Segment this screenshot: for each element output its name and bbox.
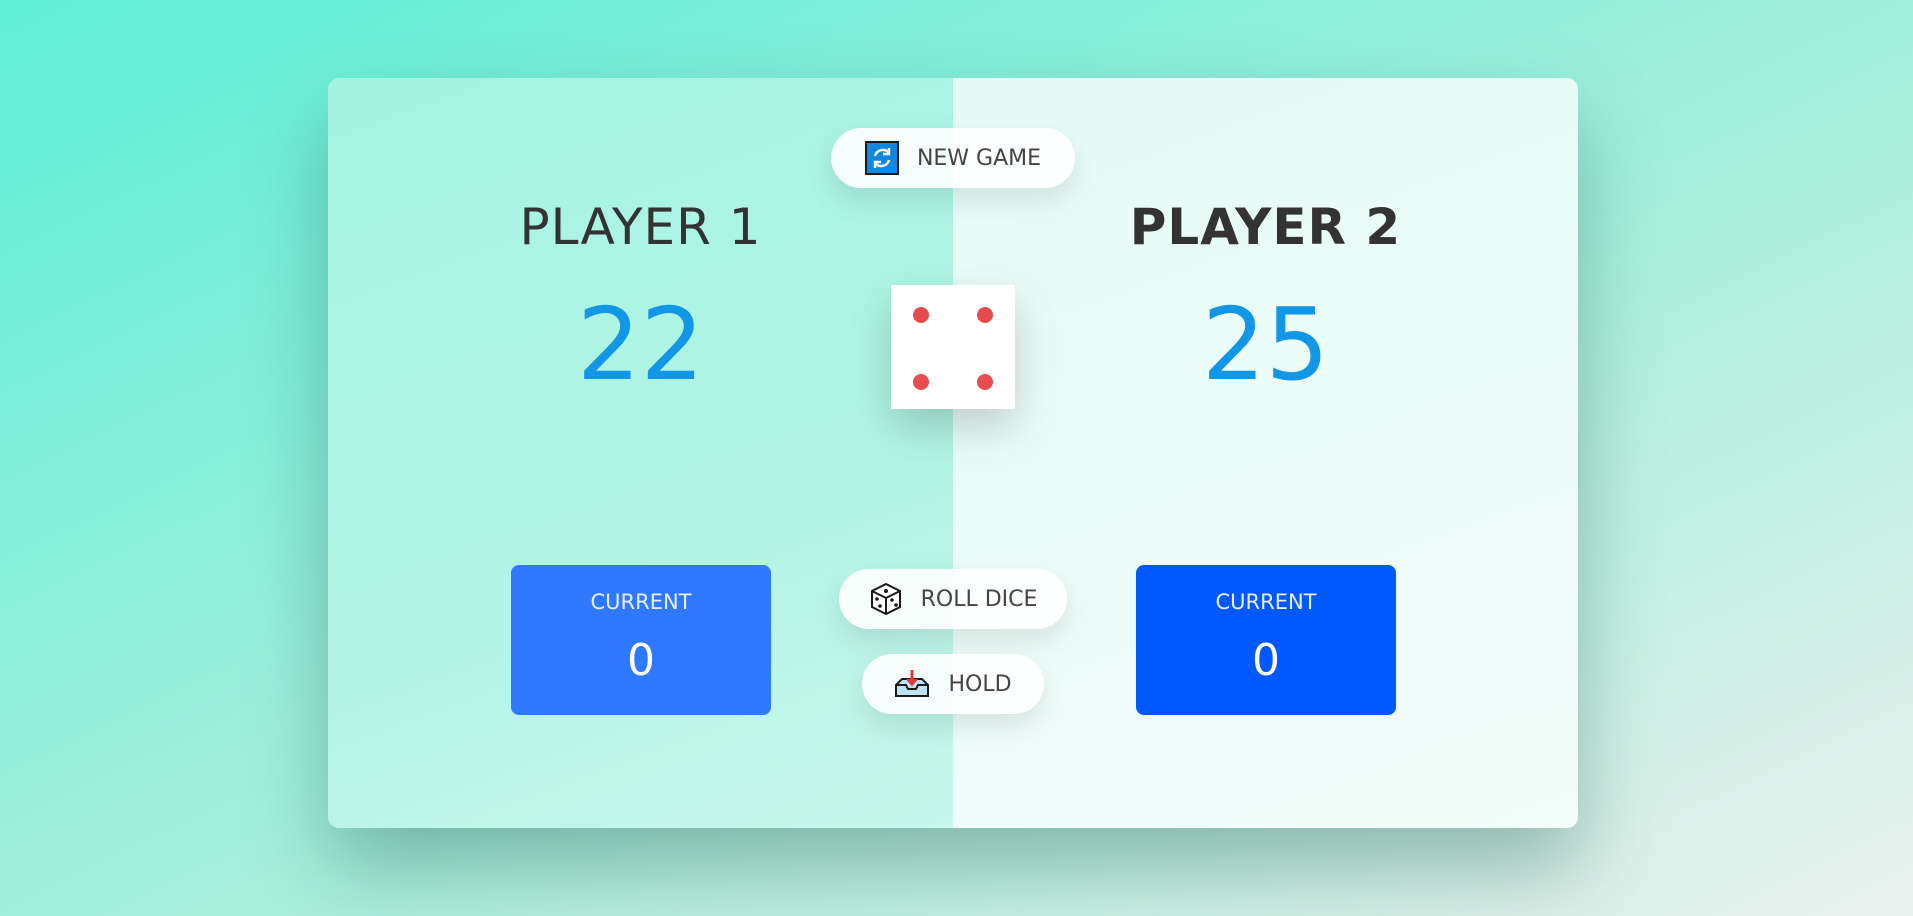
player-1-score: 22 — [576, 286, 705, 403]
player-1-current-label: CURRENT — [590, 590, 692, 614]
player-2-panel: PLAYER 2 25 CURRENT 0 — [953, 78, 1578, 828]
hold-icon — [894, 669, 930, 699]
roll-dice-label: ROLL DICE — [920, 586, 1038, 612]
player-1-current-box: CURRENT 0 — [511, 565, 771, 715]
new-game-label: NEW GAME — [916, 145, 1042, 171]
hold-button[interactable]: HOLD — [862, 654, 1044, 714]
dice-icon — [869, 582, 903, 616]
player-2-current-score: 0 — [1252, 635, 1280, 686]
refresh-icon — [864, 141, 899, 175]
player-1-current-score: 0 — [627, 635, 655, 686]
dice — [891, 285, 1015, 409]
new-game-button[interactable]: NEW GAME — [831, 128, 1075, 188]
game-board: PLAYER 1 22 CURRENT 0 PLAYER 2 25 CURREN… — [328, 78, 1578, 828]
player-2-name: PLAYER 2 — [1129, 198, 1402, 256]
hold-label: HOLD — [948, 671, 1012, 697]
dice-pip — [977, 307, 993, 323]
player-1-name: PLAYER 1 — [519, 198, 762, 256]
player-2-current-label: CURRENT — [1215, 590, 1317, 614]
dice-pip — [913, 307, 929, 323]
player-2-score: 25 — [1201, 286, 1330, 403]
player-2-current-box: CURRENT 0 — [1136, 565, 1396, 715]
player-1-panel: PLAYER 1 22 CURRENT 0 — [328, 78, 953, 828]
roll-dice-button[interactable]: ROLL DICE — [839, 569, 1067, 629]
dice-pip — [913, 374, 929, 390]
dice-pip — [977, 374, 993, 390]
